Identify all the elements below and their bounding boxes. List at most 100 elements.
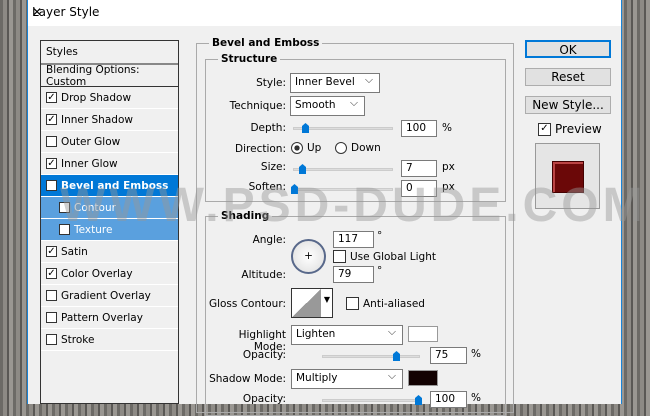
style-item-pattern-overlay[interactable]: Pattern Overlay	[41, 307, 178, 329]
shadow-opacity-unit: %	[471, 392, 481, 404]
style-item-stroke[interactable]: Stroke	[41, 329, 178, 351]
highlight-opacity-input[interactable]: 75	[430, 347, 467, 364]
depth-input[interactable]: 100	[401, 120, 437, 137]
style-item-color-overlay[interactable]: ✓ Color Overlay	[41, 263, 178, 285]
style-item-gradient-overlay[interactable]: Gradient Overlay	[41, 285, 178, 307]
technique-select[interactable]: Smooth	[290, 96, 365, 116]
gloss-contour-picker[interactable]: ▼	[291, 288, 333, 318]
title-bar: Layer Style ✕	[28, 0, 621, 26]
structure-title: Structure	[218, 53, 281, 65]
style-select[interactable]: Inner Bevel	[290, 73, 380, 93]
new-style-button[interactable]: New Style...	[525, 96, 611, 114]
shadow-opacity-label: Opacity:	[242, 393, 286, 405]
technique-label: Technique:	[229, 100, 286, 112]
highlight-opacity-unit: %	[471, 348, 481, 360]
chevron-down-icon: ▼	[323, 295, 330, 304]
down-label: Down	[351, 142, 381, 154]
global-light-label: Use Global Light	[350, 250, 436, 263]
direction-down-radio[interactable]: Down	[335, 142, 381, 154]
ok-button[interactable]: OK	[525, 40, 611, 58]
style-item-label: Contour	[74, 201, 116, 214]
style-item-label: Stroke	[61, 333, 95, 346]
checkbox[interactable]	[46, 136, 57, 147]
depth-slider[interactable]	[293, 123, 393, 133]
style-item-label: Outer Glow	[61, 135, 121, 148]
checkbox[interactable]: ✓	[46, 246, 57, 257]
checkbox[interactable]: ✓	[46, 114, 57, 125]
style-preview	[535, 143, 600, 209]
shadow-mode-select[interactable]: Multiply	[291, 369, 403, 389]
checkbox[interactable]	[46, 312, 57, 323]
soften-unit: px	[442, 181, 455, 193]
depth-unit: %	[442, 122, 452, 134]
altitude-input[interactable]: 79	[333, 266, 374, 283]
checkbox[interactable]: ✓	[46, 158, 57, 169]
reset-button[interactable]: Reset	[525, 68, 611, 86]
style-item-label: Satin	[61, 245, 88, 258]
style-item-drop-shadow[interactable]: ✓ Drop Shadow	[41, 87, 178, 109]
angle-dial[interactable]: +	[291, 239, 326, 274]
soften-input[interactable]: 0	[401, 180, 437, 197]
style-item-contour[interactable]: Contour	[41, 197, 178, 219]
size-label: Size:	[260, 161, 286, 173]
style-label: Style:	[256, 77, 286, 89]
size-unit: px	[442, 161, 455, 173]
gloss-contour-label: Gloss Contour:	[208, 298, 286, 310]
checkbox[interactable]	[46, 290, 57, 301]
size-slider[interactable]	[293, 164, 393, 174]
checkbox[interactable]: ✓	[46, 180, 57, 191]
blending-options[interactable]: Blending Options: Custom	[41, 64, 178, 88]
anti-aliased-label: Anti-aliased	[363, 297, 425, 310]
soften-label: Soften:	[248, 181, 286, 193]
soften-slider[interactable]	[291, 184, 393, 194]
bevel-title: Bevel and Emboss	[209, 37, 323, 49]
style-item-inner-glow[interactable]: ✓ Inner Glow	[41, 153, 178, 175]
style-item-bevel-and-emboss[interactable]: ✓ Bevel and Emboss	[41, 175, 178, 197]
checkbox[interactable]: ✓	[46, 268, 57, 279]
depth-label: Depth:	[250, 122, 286, 134]
close-icon[interactable]: ✕	[32, 5, 613, 19]
angle-input[interactable]: 117	[333, 231, 374, 248]
styles-header[interactable]: Styles	[41, 41, 178, 65]
style-item-label: Pattern Overlay	[61, 311, 143, 324]
style-item-label: Gradient Overlay	[61, 289, 151, 302]
checkbox[interactable]	[46, 334, 57, 345]
style-item-label: Texture	[74, 223, 113, 236]
anti-aliased-checkbox[interactable]: Anti-aliased	[346, 297, 425, 310]
checkbox[interactable]	[59, 224, 70, 235]
style-item-satin[interactable]: ✓ Satin	[41, 241, 178, 263]
style-item-label: Color Overlay	[61, 267, 133, 280]
global-light-checkbox[interactable]: Use Global Light	[333, 250, 436, 263]
size-input[interactable]: 7	[401, 160, 437, 177]
style-item-label: Bevel and Emboss	[61, 179, 169, 192]
angle-unit: °	[377, 230, 383, 242]
style-item-label: Inner Shadow	[61, 113, 133, 126]
style-item-label: Drop Shadow	[61, 91, 132, 104]
shadow-color-swatch[interactable]	[408, 370, 438, 386]
angle-label: Angle:	[252, 234, 286, 246]
highlight-mode-select[interactable]: Lighten	[291, 325, 403, 345]
shadow-mode-label: Shadow Mode:	[209, 373, 286, 385]
preview-checkbox[interactable]: ✓ Preview	[538, 122, 602, 136]
highlight-color-swatch[interactable]	[408, 326, 438, 342]
highlight-opacity-label: Opacity:	[242, 349, 286, 361]
direction-up-radio[interactable]: Up	[291, 142, 321, 154]
up-label: Up	[307, 142, 322, 154]
checkbox[interactable]	[59, 202, 70, 213]
shadow-opacity-slider[interactable]	[322, 395, 422, 405]
shading-title: Shading	[218, 210, 273, 222]
shadow-opacity-input[interactable]: 100	[430, 391, 467, 408]
checkbox[interactable]: ✓	[46, 92, 57, 103]
altitude-unit: °	[377, 265, 383, 277]
preview-swatch	[552, 161, 584, 193]
style-item-inner-shadow[interactable]: ✓ Inner Shadow	[41, 109, 178, 131]
layer-style-dialog: Layer Style ✕ Styles Blending Options: Cu…	[27, 0, 622, 416]
highlight-opacity-slider[interactable]	[322, 351, 420, 361]
style-item-outer-glow[interactable]: Outer Glow	[41, 131, 178, 153]
styles-list: Styles Blending Options: Custom ✓ Drop Sh…	[40, 40, 179, 404]
style-item-texture[interactable]: Texture	[41, 219, 178, 241]
preview-label: Preview	[555, 122, 602, 136]
direction-label: Direction:	[235, 143, 286, 155]
style-item-label: Inner Glow	[61, 157, 118, 170]
altitude-label: Altitude:	[241, 269, 286, 281]
